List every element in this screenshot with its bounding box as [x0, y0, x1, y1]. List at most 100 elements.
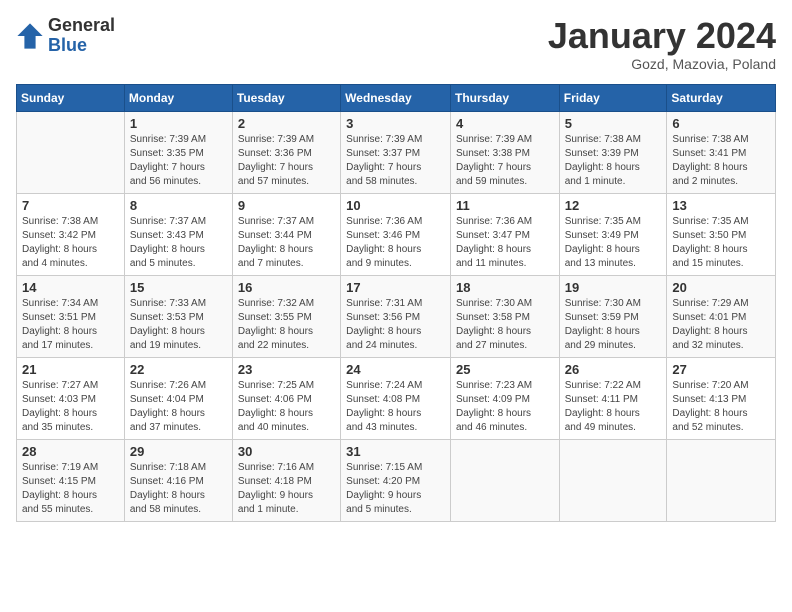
calendar-cell: 16 Sunrise: 7:32 AM Sunset: 3:55 PM Dayli… — [232, 275, 340, 357]
day-number: 15 — [130, 280, 227, 295]
day-info: Sunrise: 7:20 AM Sunset: 4:13 PM Dayligh… — [672, 379, 770, 435]
calendar-cell: 22 Sunrise: 7:26 AM Sunset: 4:04 PM Dayli… — [124, 357, 232, 439]
calendar-week-row: 28Sunrise: 7:19 AM Sunset: 4:15 PM Dayli… — [17, 439, 776, 521]
weekday-header-saturday: Saturday — [667, 84, 776, 111]
calendar-cell: 9 Sunrise: 7:37 AM Sunset: 3:44 PM Daylig… — [232, 193, 340, 275]
day-info: Sunrise: 7:38 AM Sunset: 3:39 PM Dayligh… — [565, 133, 662, 189]
day-number: 22 — [130, 362, 227, 377]
day-info: Sunrise: 7:34 AM Sunset: 3:51 PM Dayligh… — [22, 297, 119, 353]
calendar-cell: 8 Sunrise: 7:37 AM Sunset: 3:43 PM Daylig… — [124, 193, 232, 275]
calendar-table: SundayMondayTuesdayWednesdayThursdayFrid… — [16, 84, 776, 522]
calendar-cell — [559, 439, 667, 521]
day-number: 7 — [22, 198, 119, 213]
day-number: 29 — [130, 444, 227, 459]
day-number: 24 — [346, 362, 445, 377]
day-info: Sunrise: 7:35 AM Sunset: 3:49 PM Dayligh… — [565, 215, 662, 271]
day-number: 25 — [456, 362, 554, 377]
day-info: Sunrise: 7:31 AM Sunset: 3:56 PM Dayligh… — [346, 297, 445, 353]
day-info: Sunrise: 7:39 AM Sunset: 3:38 PM Dayligh… — [456, 133, 554, 189]
day-number: 6 — [672, 116, 770, 131]
calendar-cell: 5 Sunrise: 7:38 AM Sunset: 3:39 PM Daylig… — [559, 111, 667, 193]
month-title: January 2024 — [548, 16, 776, 56]
calendar-body: 1Sunrise: 7:39 AM Sunset: 3:35 PM Daylig… — [17, 111, 776, 521]
day-number: 2 — [238, 116, 335, 131]
calendar-cell: 28Sunrise: 7:19 AM Sunset: 4:15 PM Dayli… — [17, 439, 125, 521]
logo: General Blue — [16, 16, 115, 56]
day-number: 26 — [565, 362, 662, 377]
day-info: Sunrise: 7:32 AM Sunset: 3:55 PM Dayligh… — [238, 297, 335, 353]
day-number: 14 — [22, 280, 119, 295]
calendar-cell: 23 Sunrise: 7:25 AM Sunset: 4:06 PM Dayli… — [232, 357, 340, 439]
day-info: Sunrise: 7:39 AM Sunset: 3:37 PM Dayligh… — [346, 133, 445, 189]
calendar-cell: 29 Sunrise: 7:18 AM Sunset: 4:16 PM Dayli… — [124, 439, 232, 521]
calendar-cell: 24 Sunrise: 7:24 AM Sunset: 4:08 PM Dayli… — [341, 357, 451, 439]
day-info: Sunrise: 7:30 AM Sunset: 3:58 PM Dayligh… — [456, 297, 554, 353]
title-block: January 2024 Gozd, Mazovia, Poland — [548, 16, 776, 72]
page-header: General Blue January 2024 Gozd, Mazovia,… — [16, 16, 776, 72]
logo-text: General Blue — [48, 16, 115, 56]
location: Gozd, Mazovia, Poland — [548, 56, 776, 72]
day-number: 3 — [346, 116, 445, 131]
day-info: Sunrise: 7:16 AM Sunset: 4:18 PM Dayligh… — [238, 461, 335, 517]
weekday-header-sunday: Sunday — [17, 84, 125, 111]
weekday-header-friday: Friday — [559, 84, 667, 111]
day-info: Sunrise: 7:35 AM Sunset: 3:50 PM Dayligh… — [672, 215, 770, 271]
day-number: 8 — [130, 198, 227, 213]
day-info: Sunrise: 7:37 AM Sunset: 3:44 PM Dayligh… — [238, 215, 335, 271]
calendar-cell: 21Sunrise: 7:27 AM Sunset: 4:03 PM Dayli… — [17, 357, 125, 439]
day-number: 9 — [238, 198, 335, 213]
calendar-cell: 14 Sunrise: 7:34 AM Sunset: 3:51 PM Dayli… — [17, 275, 125, 357]
calendar-cell: 7 Sunrise: 7:38 AM Sunset: 3:42 PM Daylig… — [17, 193, 125, 275]
day-info: Sunrise: 7:24 AM Sunset: 4:08 PM Dayligh… — [346, 379, 445, 435]
calendar-cell: 4 Sunrise: 7:39 AM Sunset: 3:38 PM Daylig… — [450, 111, 559, 193]
weekday-header-thursday: Thursday — [450, 84, 559, 111]
day-info: Sunrise: 7:29 AM Sunset: 4:01 PM Dayligh… — [672, 297, 770, 353]
calendar-cell: 30Sunrise: 7:16 AM Sunset: 4:18 PM Dayli… — [232, 439, 340, 521]
day-number: 10 — [346, 198, 445, 213]
weekday-header-monday: Monday — [124, 84, 232, 111]
day-number: 16 — [238, 280, 335, 295]
calendar-cell — [17, 111, 125, 193]
calendar-week-row: 21Sunrise: 7:27 AM Sunset: 4:03 PM Dayli… — [17, 357, 776, 439]
calendar-week-row: 14 Sunrise: 7:34 AM Sunset: 3:51 PM Dayli… — [17, 275, 776, 357]
logo-general: General — [48, 16, 115, 36]
day-info: Sunrise: 7:15 AM Sunset: 4:20 PM Dayligh… — [346, 461, 445, 517]
day-info: Sunrise: 7:36 AM Sunset: 3:47 PM Dayligh… — [456, 215, 554, 271]
weekday-header-wednesday: Wednesday — [341, 84, 451, 111]
day-number: 13 — [672, 198, 770, 213]
day-number: 1 — [130, 116, 227, 131]
calendar-cell: 10 Sunrise: 7:36 AM Sunset: 3:46 PM Dayli… — [341, 193, 451, 275]
day-info: Sunrise: 7:33 AM Sunset: 3:53 PM Dayligh… — [130, 297, 227, 353]
calendar-cell: 17Sunrise: 7:31 AM Sunset: 3:56 PM Dayli… — [341, 275, 451, 357]
day-info: Sunrise: 7:27 AM Sunset: 4:03 PM Dayligh… — [22, 379, 119, 435]
day-number: 19 — [565, 280, 662, 295]
day-number: 23 — [238, 362, 335, 377]
logo-blue: Blue — [48, 36, 115, 56]
calendar-week-row: 7 Sunrise: 7:38 AM Sunset: 3:42 PM Daylig… — [17, 193, 776, 275]
day-info: Sunrise: 7:37 AM Sunset: 3:43 PM Dayligh… — [130, 215, 227, 271]
calendar-cell — [667, 439, 776, 521]
calendar-cell: 6 Sunrise: 7:38 AM Sunset: 3:41 PM Daylig… — [667, 111, 776, 193]
calendar-cell: 20Sunrise: 7:29 AM Sunset: 4:01 PM Dayli… — [667, 275, 776, 357]
day-number: 12 — [565, 198, 662, 213]
day-info: Sunrise: 7:25 AM Sunset: 4:06 PM Dayligh… — [238, 379, 335, 435]
day-info: Sunrise: 7:36 AM Sunset: 3:46 PM Dayligh… — [346, 215, 445, 271]
calendar-cell: 12 Sunrise: 7:35 AM Sunset: 3:49 PM Dayli… — [559, 193, 667, 275]
calendar-cell: 13 Sunrise: 7:35 AM Sunset: 3:50 PM Dayli… — [667, 193, 776, 275]
day-info: Sunrise: 7:26 AM Sunset: 4:04 PM Dayligh… — [130, 379, 227, 435]
calendar-cell: 3 Sunrise: 7:39 AM Sunset: 3:37 PM Daylig… — [341, 111, 451, 193]
day-info: Sunrise: 7:22 AM Sunset: 4:11 PM Dayligh… — [565, 379, 662, 435]
weekday-header-tuesday: Tuesday — [232, 84, 340, 111]
day-info: Sunrise: 7:23 AM Sunset: 4:09 PM Dayligh… — [456, 379, 554, 435]
calendar-cell: 19Sunrise: 7:30 AM Sunset: 3:59 PM Dayli… — [559, 275, 667, 357]
day-info: Sunrise: 7:18 AM Sunset: 4:16 PM Dayligh… — [130, 461, 227, 517]
day-number: 18 — [456, 280, 554, 295]
day-number: 4 — [456, 116, 554, 131]
day-info: Sunrise: 7:38 AM Sunset: 3:41 PM Dayligh… — [672, 133, 770, 189]
calendar-cell: 25 Sunrise: 7:23 AM Sunset: 4:09 PM Dayli… — [450, 357, 559, 439]
day-number: 31 — [346, 444, 445, 459]
day-info: Sunrise: 7:38 AM Sunset: 3:42 PM Dayligh… — [22, 215, 119, 271]
calendar-cell: 11Sunrise: 7:36 AM Sunset: 3:47 PM Dayli… — [450, 193, 559, 275]
day-number: 5 — [565, 116, 662, 131]
day-info: Sunrise: 7:19 AM Sunset: 4:15 PM Dayligh… — [22, 461, 119, 517]
